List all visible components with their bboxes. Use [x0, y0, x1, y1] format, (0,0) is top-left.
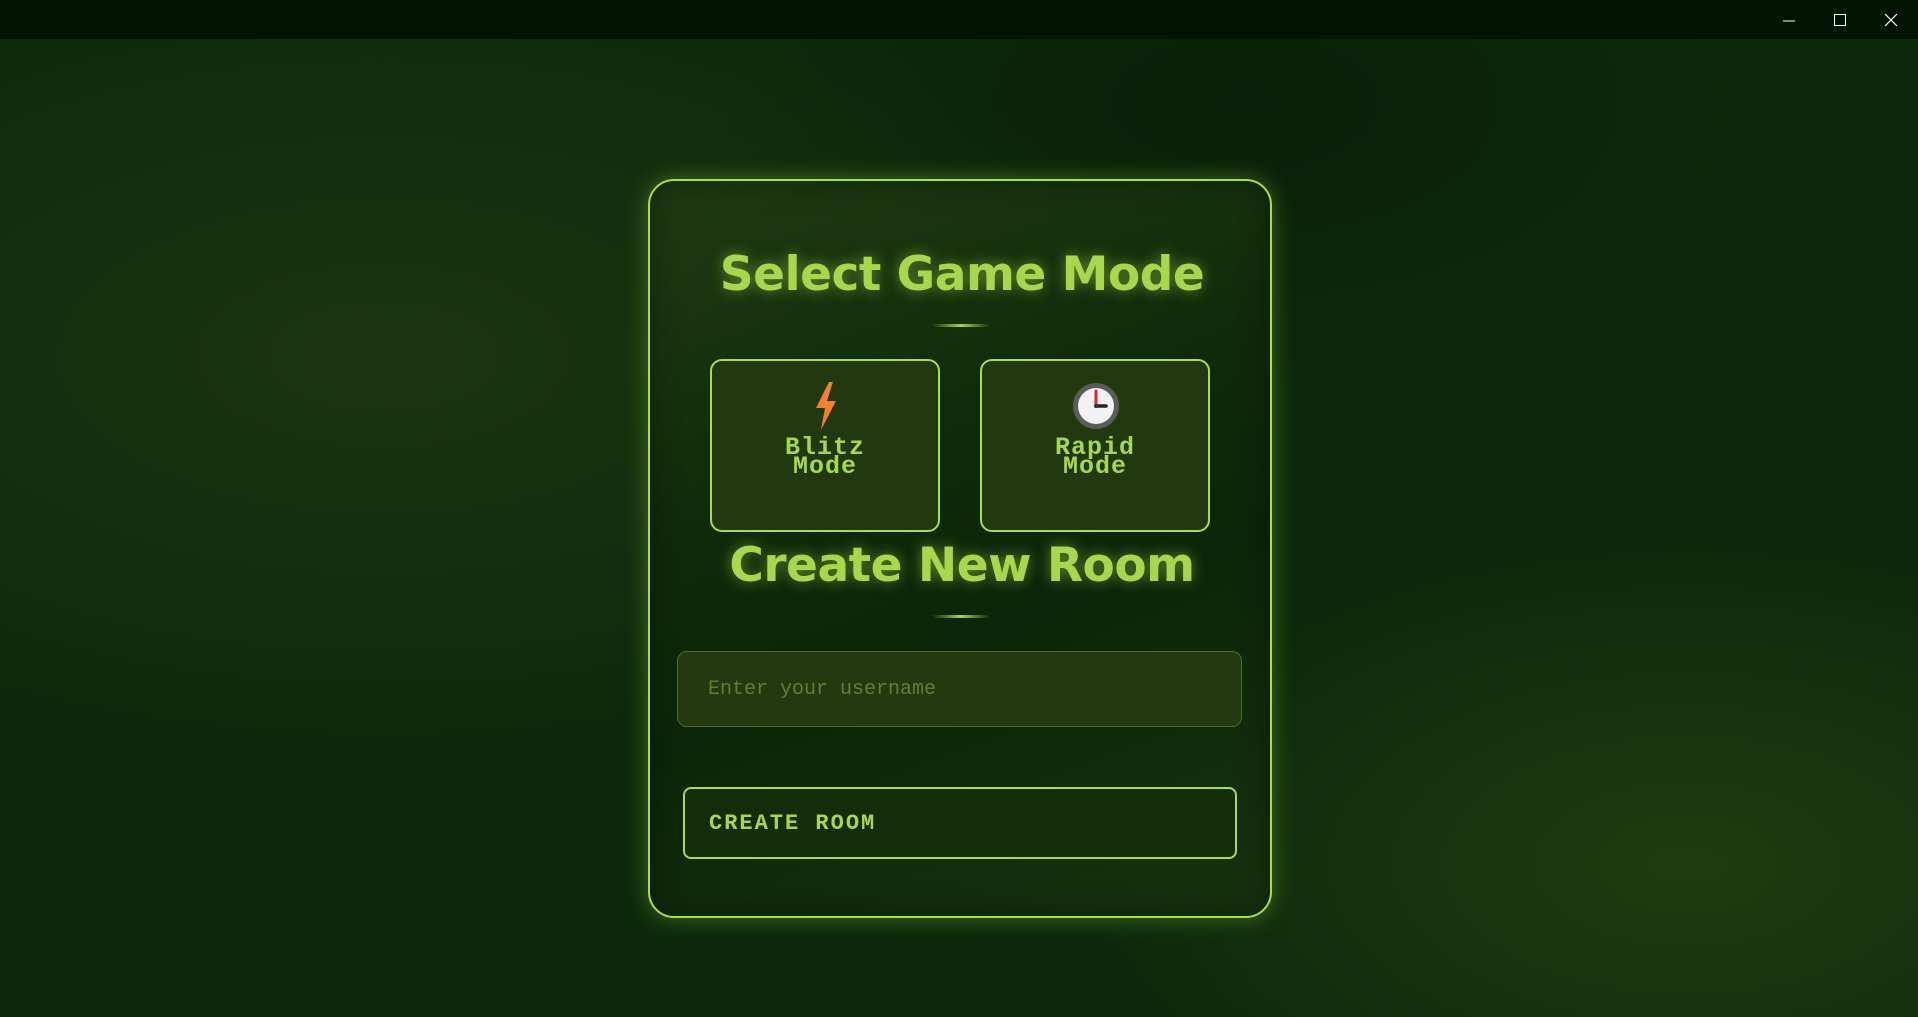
- title-divider: [932, 324, 990, 327]
- close-button[interactable]: [1866, 0, 1916, 39]
- select-game-mode-title: Select Game Mode: [719, 247, 1205, 302]
- blitz-mode-label: Blitz Mode: [712, 435, 938, 479]
- game-setup-card: Select Game Mode Blitz Mode Rapid Mode C…: [648, 179, 1272, 918]
- title-bar: [0, 0, 1918, 39]
- clock-icon: [1073, 383, 1119, 429]
- rapid-mode-label-line2: Mode: [1062, 452, 1127, 481]
- lightning-icon: [816, 382, 836, 430]
- minimize-button[interactable]: [1764, 0, 1814, 39]
- maximize-icon: [1834, 13, 1846, 26]
- blitz-mode-button[interactable]: Blitz Mode: [710, 359, 940, 532]
- create-new-room-title: Create New Room: [729, 538, 1195, 593]
- rapid-mode-button[interactable]: Rapid Mode: [980, 359, 1210, 532]
- minimize-icon: [1783, 20, 1795, 21]
- close-icon: [1884, 13, 1898, 26]
- maximize-button[interactable]: [1815, 0, 1865, 39]
- create-room-button[interactable]: CREATE ROOM: [683, 787, 1237, 859]
- rapid-mode-label: Rapid Mode: [982, 435, 1208, 479]
- create-room-label: CREATE ROOM: [709, 811, 877, 836]
- username-input[interactable]: [677, 651, 1242, 727]
- blitz-mode-label-line2: Mode: [792, 452, 857, 481]
- title-divider: [932, 615, 990, 618]
